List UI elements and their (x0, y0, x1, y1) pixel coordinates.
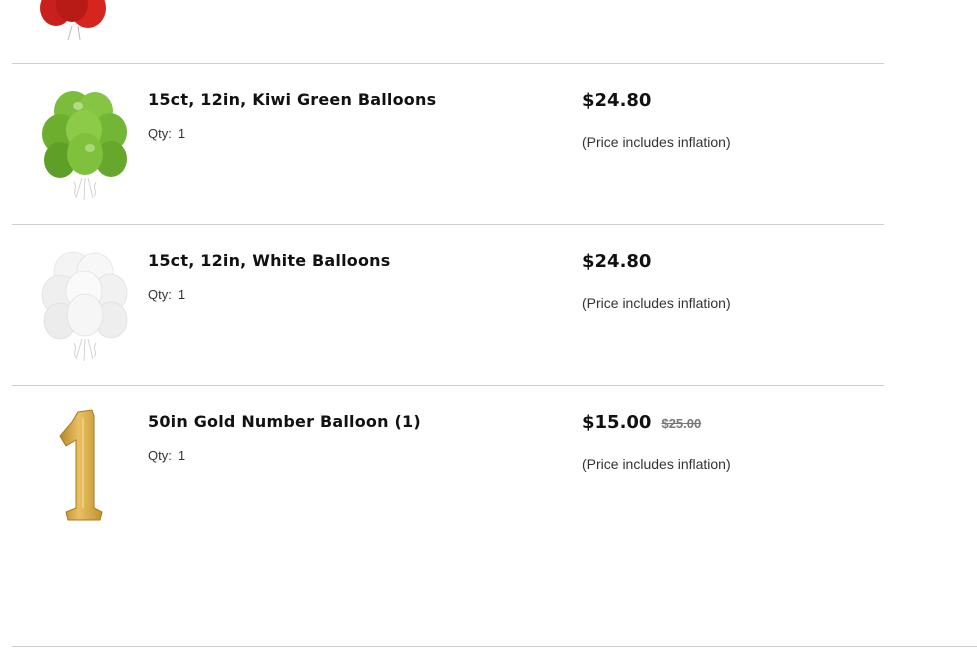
qty-value: 1 (177, 287, 186, 302)
white-balloons-icon[interactable] (28, 247, 138, 365)
item-price: $24.80 (582, 251, 652, 272)
item-price: $24.80 (582, 90, 652, 111)
cart-item: 50in Gold Number Balloon (1) Qty: 1 $15.0… (12, 386, 884, 546)
item-qty: Qty: 1 (148, 448, 185, 463)
price-note: (Price includes inflation) (582, 134, 731, 150)
price-note: (Price includes inflation) (582, 456, 731, 472)
item-price: $15.00 (582, 412, 652, 433)
green-balloons-icon[interactable] (28, 86, 138, 204)
price-note: (Price includes inflation) (582, 295, 731, 311)
cart-item-list: 15ct, 12in, Kiwi Green Balloons Qty: 1 $2… (0, 0, 977, 654)
original-price: $25.00 (661, 416, 702, 431)
item-price-group: $15.00 $25.00 (582, 412, 701, 433)
red-balloons-icon[interactable] (28, 0, 128, 41)
qty-label: Qty: (148, 287, 172, 302)
qty-value: 1 (177, 126, 186, 141)
item-qty: Qty: 1 (148, 126, 185, 141)
qty-label: Qty: (148, 448, 172, 463)
cart-item: 15ct, 12in, Kiwi Green Balloons Qty: 1 $2… (12, 64, 884, 224)
item-name[interactable]: 15ct, 12in, White Balloons (148, 251, 391, 270)
section-divider (12, 646, 977, 647)
item-price-group: $24.80 (582, 251, 651, 272)
item-name[interactable]: 50in Gold Number Balloon (1) (148, 412, 421, 431)
item-qty: Qty: 1 (148, 287, 185, 302)
item-name[interactable]: 15ct, 12in, Kiwi Green Balloons (148, 90, 436, 109)
cart-item: 15ct, 12in, White Balloons Qty: 1 $24.80 … (12, 225, 884, 385)
gold-number-one-balloon-icon[interactable] (28, 408, 138, 526)
item-price-group: $24.80 (582, 90, 651, 111)
qty-value: 1 (177, 448, 186, 463)
qty-label: Qty: (148, 126, 172, 141)
